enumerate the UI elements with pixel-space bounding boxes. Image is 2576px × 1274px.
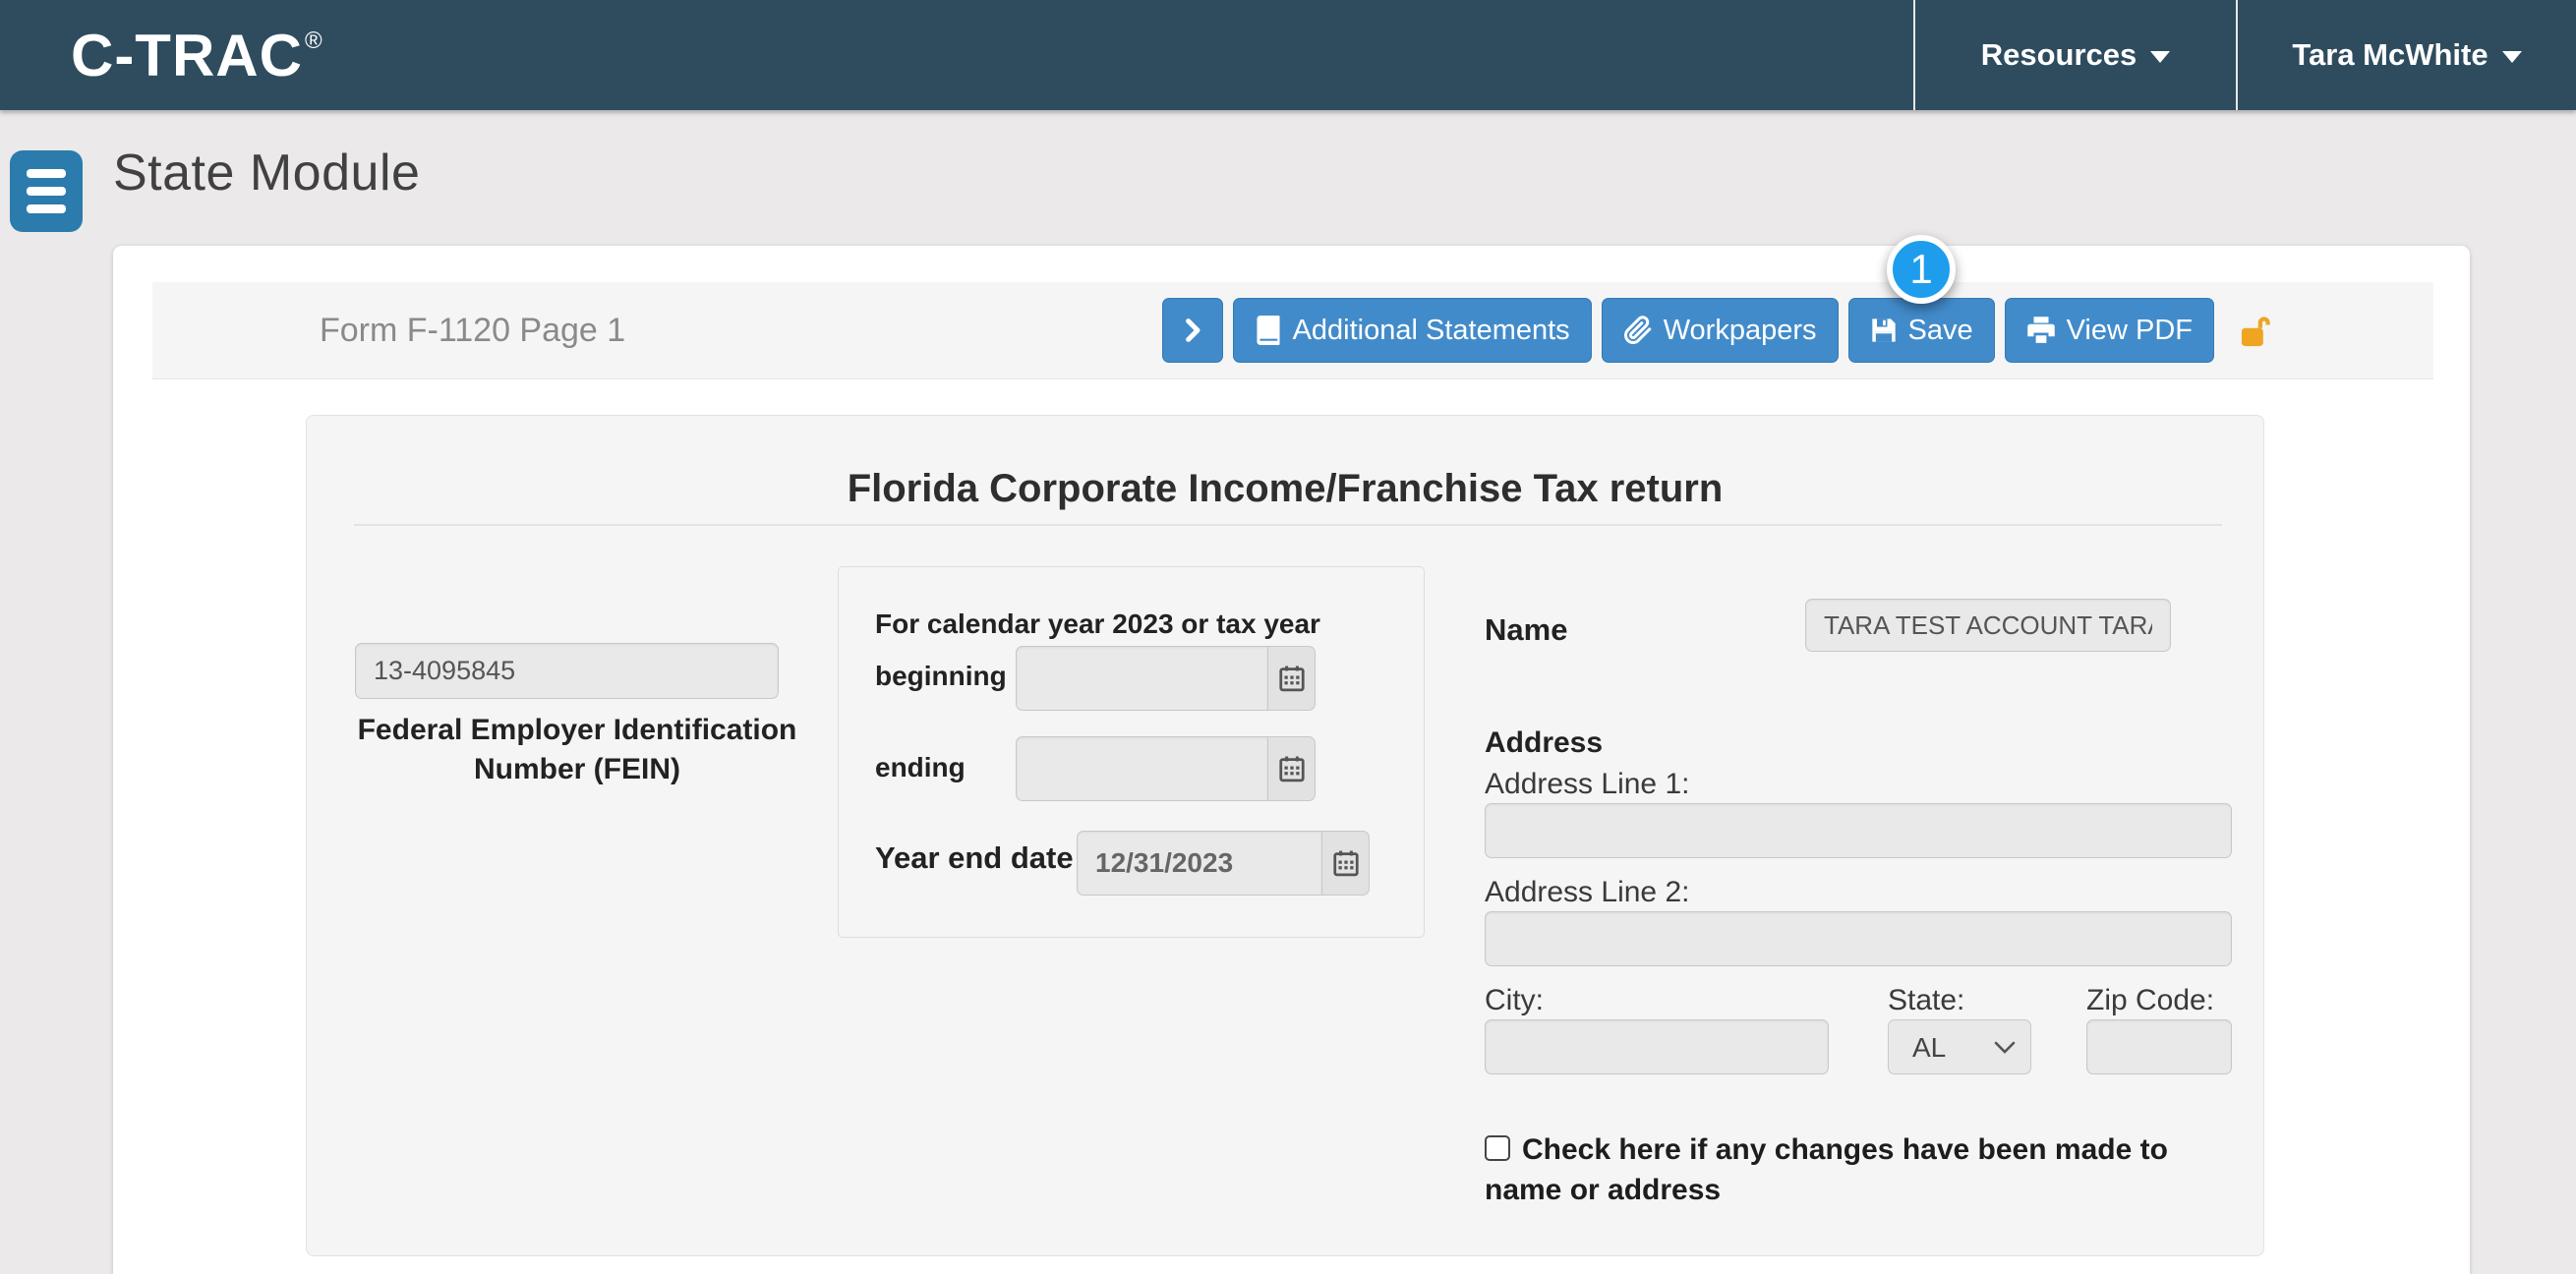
sidebar-menu-button[interactable] [10, 150, 83, 232]
city-input[interactable] [1485, 1019, 1829, 1074]
year-end-date-input[interactable] [1077, 831, 1322, 896]
form-title: Florida Corporate Income/Franchise Tax r… [307, 467, 2263, 511]
next-page-button[interactable] [1162, 298, 1223, 363]
caret-down-icon [2150, 51, 2170, 63]
unlock-icon [2239, 313, 2276, 348]
fein-label: Federal Employer Identification Number (… [317, 711, 838, 789]
name-change-checkbox-label: Check here if any changes have been made… [1485, 1133, 2168, 1206]
view-pdf-button[interactable]: View PDF [2005, 298, 2214, 363]
nav-item-resources[interactable]: Resources [1913, 0, 2236, 110]
book-icon [1255, 316, 1282, 345]
calendar-icon [1331, 848, 1361, 878]
name-label: Name [1485, 612, 1567, 648]
beginning-calendar-button[interactable] [1268, 646, 1316, 711]
brand-text: C-TRAC [71, 22, 303, 89]
year-end-calendar-button[interactable] [1322, 831, 1370, 896]
content-card: Form F-1120 Page 1 Additional Statements… [113, 246, 2470, 1274]
annotation-badge: 1 [1887, 235, 1956, 304]
state-select[interactable]: AL [1888, 1019, 2031, 1074]
divider [354, 524, 2222, 526]
nav-item-user-menu[interactable]: Tara McWhite [2236, 0, 2576, 110]
navbar-menu: Resources Tara McWhite [1913, 0, 2576, 110]
fein-input[interactable] [355, 643, 779, 699]
state-label: State: [1888, 984, 1964, 1017]
hamburger-icon [27, 169, 66, 178]
workpapers-label: Workpapers [1664, 315, 1817, 347]
tax-year-fieldset: For calendar year 2023 or tax year begin… [838, 566, 1425, 938]
caret-down-icon [2502, 51, 2522, 63]
city-label: City: [1485, 984, 1544, 1017]
save-label: Save [1908, 315, 1973, 347]
ending-label: ending [875, 752, 966, 783]
address-heading: Address [1485, 726, 1603, 760]
user-name-label: Tara McWhite [2292, 37, 2488, 73]
paperclip-icon [1623, 316, 1653, 345]
workpapers-button[interactable]: Workpapers [1602, 298, 1839, 363]
ending-date-input[interactable] [1016, 736, 1268, 801]
name-change-row: Check here if any changes have been made… [1485, 1129, 2220, 1210]
toolbar-buttons: Additional Statements Workpapers 1 Save [1162, 298, 2276, 363]
name-change-checkbox[interactable] [1485, 1135, 1510, 1161]
tax-year-heading: For calendar year 2023 or tax year [875, 608, 1320, 640]
top-navbar: C-TRAC® Resources Tara McWhite [0, 0, 2576, 110]
address-line1-label: Address Line 1: [1485, 768, 1689, 801]
additional-statements-button[interactable]: Additional Statements [1233, 298, 1592, 363]
form-page-title: Form F-1120 Page 1 [320, 312, 625, 350]
beginning-date-input[interactable] [1016, 646, 1268, 711]
chevron-right-icon [1178, 316, 1207, 345]
zip-code-label: Zip Code: [2086, 984, 2214, 1017]
address-line2-label: Address Line 2: [1485, 876, 1689, 909]
calendar-icon [1277, 754, 1307, 783]
additional-statements-label: Additional Statements [1293, 315, 1570, 347]
address-line1-input[interactable] [1485, 803, 2232, 858]
printer-icon [2026, 316, 2056, 345]
registered-mark: ® [305, 28, 323, 55]
page-header: State Module [0, 110, 2576, 248]
name-input[interactable] [1805, 599, 2171, 652]
zip-code-input[interactable] [2086, 1019, 2232, 1074]
view-pdf-label: View PDF [2067, 315, 2193, 347]
form-toolbar: Form F-1120 Page 1 Additional Statements… [152, 282, 2433, 379]
page-title: State Module [113, 144, 420, 203]
unlock-toggle[interactable] [2239, 313, 2276, 348]
form-panel: Florida Corporate Income/Franchise Tax r… [306, 415, 2264, 1256]
calendar-icon [1277, 664, 1307, 693]
ending-calendar-button[interactable] [1268, 736, 1316, 801]
save-floppy-icon [1870, 317, 1898, 344]
beginning-label: beginning [875, 661, 1007, 692]
address-line2-input[interactable] [1485, 911, 2232, 966]
year-end-date-label: Year end date [875, 840, 1074, 876]
resources-label: Resources [1981, 37, 2137, 73]
brand-logo[interactable]: C-TRAC® [71, 22, 323, 89]
save-button[interactable]: 1 Save [1848, 298, 1995, 363]
